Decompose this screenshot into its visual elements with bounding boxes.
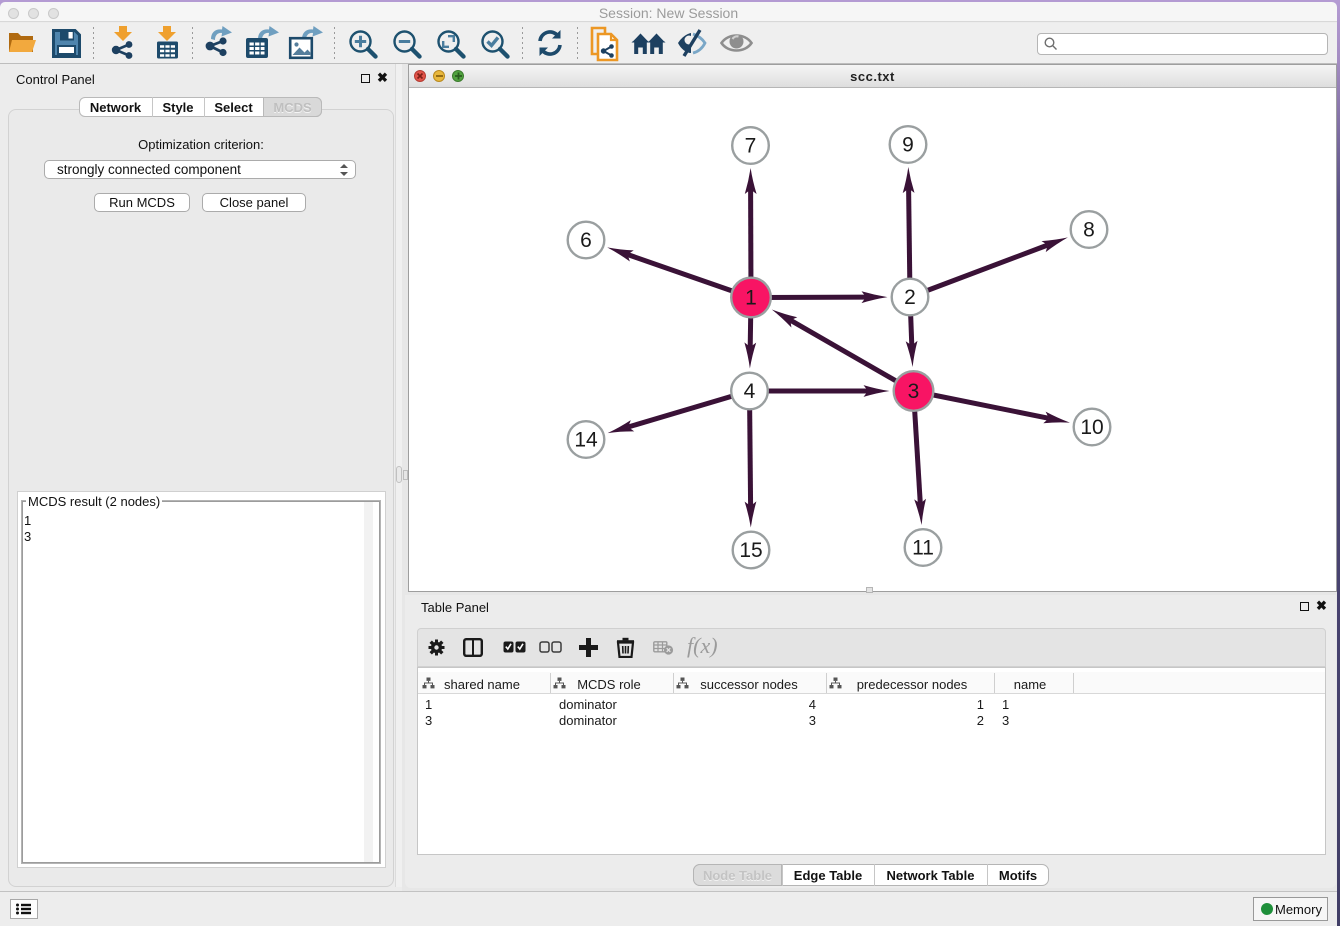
svg-text:8: 8 bbox=[1083, 219, 1095, 242]
svg-text:14: 14 bbox=[574, 429, 598, 452]
svg-text:3: 3 bbox=[908, 380, 920, 403]
svg-text:9: 9 bbox=[902, 134, 914, 157]
svg-text:11: 11 bbox=[912, 537, 934, 560]
svg-text:15: 15 bbox=[739, 539, 762, 562]
svg-text:7: 7 bbox=[745, 135, 757, 158]
svg-text:10: 10 bbox=[1080, 416, 1103, 439]
svg-text:4: 4 bbox=[744, 380, 756, 403]
svg-text:2: 2 bbox=[904, 286, 916, 309]
svg-text:1: 1 bbox=[745, 287, 757, 310]
svg-text:6: 6 bbox=[580, 229, 592, 252]
